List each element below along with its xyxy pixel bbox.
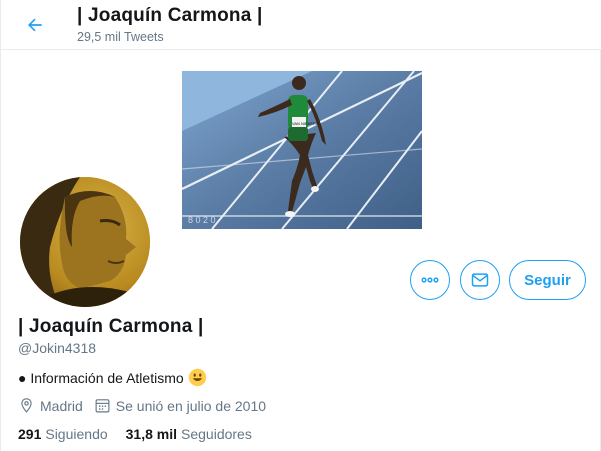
location-text: Madrid [40,397,83,414]
profile-column: | Joaquín Carmona | 29,5 mil Tweets 8 0 … [0,0,601,451]
smiley-emoji-icon [188,368,206,387]
back-button[interactable] [19,9,51,41]
profile-joined: Se unió en julio de 2010 [94,397,266,414]
profile-meta: Madrid Se unió en julio de 2010 [18,397,277,414]
location-pin-icon [21,398,32,413]
followers-link[interactable]: 31,8 mil Seguidores [126,426,252,442]
mail-icon [471,273,489,287]
more-options-button[interactable] [410,260,450,300]
header-title: | Joaquín Carmona | [77,5,263,26]
profile-banner[interactable]: 8 0 2 0 VAN NIEKERK [182,71,422,229]
profile-stats: 291 Siguiendo 31,8 mil Seguidores [18,426,270,442]
bio-text: ● Información de Atletismo [18,369,184,386]
avatar-image [20,177,150,307]
joined-text: Se unió en julio de 2010 [115,397,267,414]
more-icon [421,277,439,283]
following-count: 291 [18,426,42,442]
profile-handle: @Jokin4318 [18,340,97,356]
svg-text:8 0 2 0: 8 0 2 0 [188,215,216,225]
profile-name: | Joaquín Carmona | [18,316,204,337]
header-tweet-count: 29,5 mil Tweets [77,30,164,44]
profile-bio: ● Información de Atletismo [18,368,207,387]
following-label: Siguiendo [45,426,108,442]
followers-count: 31,8 mil [125,426,178,442]
profile-location: Madrid [18,397,83,414]
message-button[interactable] [460,260,500,300]
calendar-icon [95,399,110,413]
arrow-left-icon [28,18,42,32]
following-link[interactable]: 291 Siguiendo [18,426,108,442]
avatar[interactable] [17,174,153,310]
profile-header: | Joaquín Carmona | 29,5 mil Tweets [1,0,601,50]
follow-button[interactable]: Seguir [509,260,586,300]
banner-image: 8 0 2 0 VAN NIEKERK [182,71,422,229]
followers-label: Seguidores [181,426,252,442]
banner-bib-text: VAN NIEKERK [292,121,319,126]
